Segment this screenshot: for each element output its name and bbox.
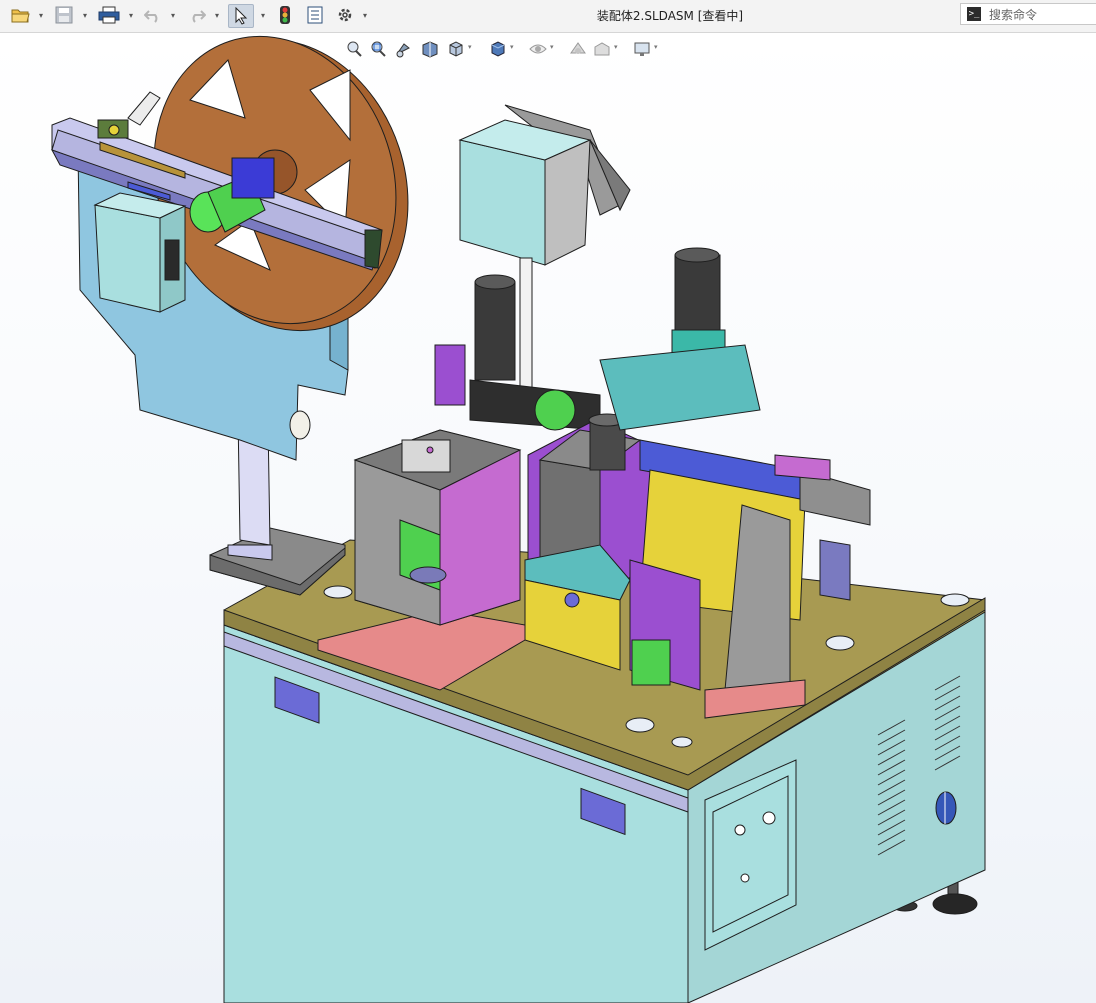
graphics-area[interactable]: ▾ ▾ ▾ ▾ ▾ <box>0 33 1096 1003</box>
options-dropdown-icon[interactable]: ▾ <box>360 4 370 26</box>
search-placeholder: 搜索命令 <box>989 7 1038 22</box>
open-dropdown-icon[interactable]: ▾ <box>36 4 46 26</box>
print-icon[interactable] <box>96 4 122 26</box>
print-dropdown-icon[interactable]: ▾ <box>126 4 136 26</box>
cursor-arrow-icon[interactable] <box>228 4 254 28</box>
redo-dropdown-icon[interactable]: ▾ <box>212 4 222 26</box>
open-folder-icon[interactable] <box>8 4 32 26</box>
redo-icon[interactable] <box>186 4 208 26</box>
assembly-model[interactable] <box>0 33 1096 1003</box>
control-box <box>93 192 187 313</box>
save-icon[interactable] <box>52 4 76 26</box>
undo-dropdown-icon[interactable]: ▾ <box>168 4 178 26</box>
gear-icon[interactable] <box>334 4 356 26</box>
traffic-light-icon[interactable] <box>276 4 294 26</box>
save-dropdown-icon[interactable]: ▾ <box>80 4 90 26</box>
select-dropdown-icon[interactable]: ▾ <box>258 4 268 26</box>
search-commands-input[interactable]: >_ 搜索命令 <box>960 3 1096 25</box>
document-title: 装配体2.SLDASM [查看中] <box>596 9 744 23</box>
command-prompt-icon: >_ <box>967 7 981 21</box>
properties-icon[interactable] <box>304 4 326 26</box>
undo-icon[interactable] <box>142 4 164 26</box>
title-toolbar: ▾ ▾ ▾ ▾ ▾ ▾ ▾ 装配体2.SLDASM [查看中] >_ 搜索命令 <box>0 0 1096 33</box>
